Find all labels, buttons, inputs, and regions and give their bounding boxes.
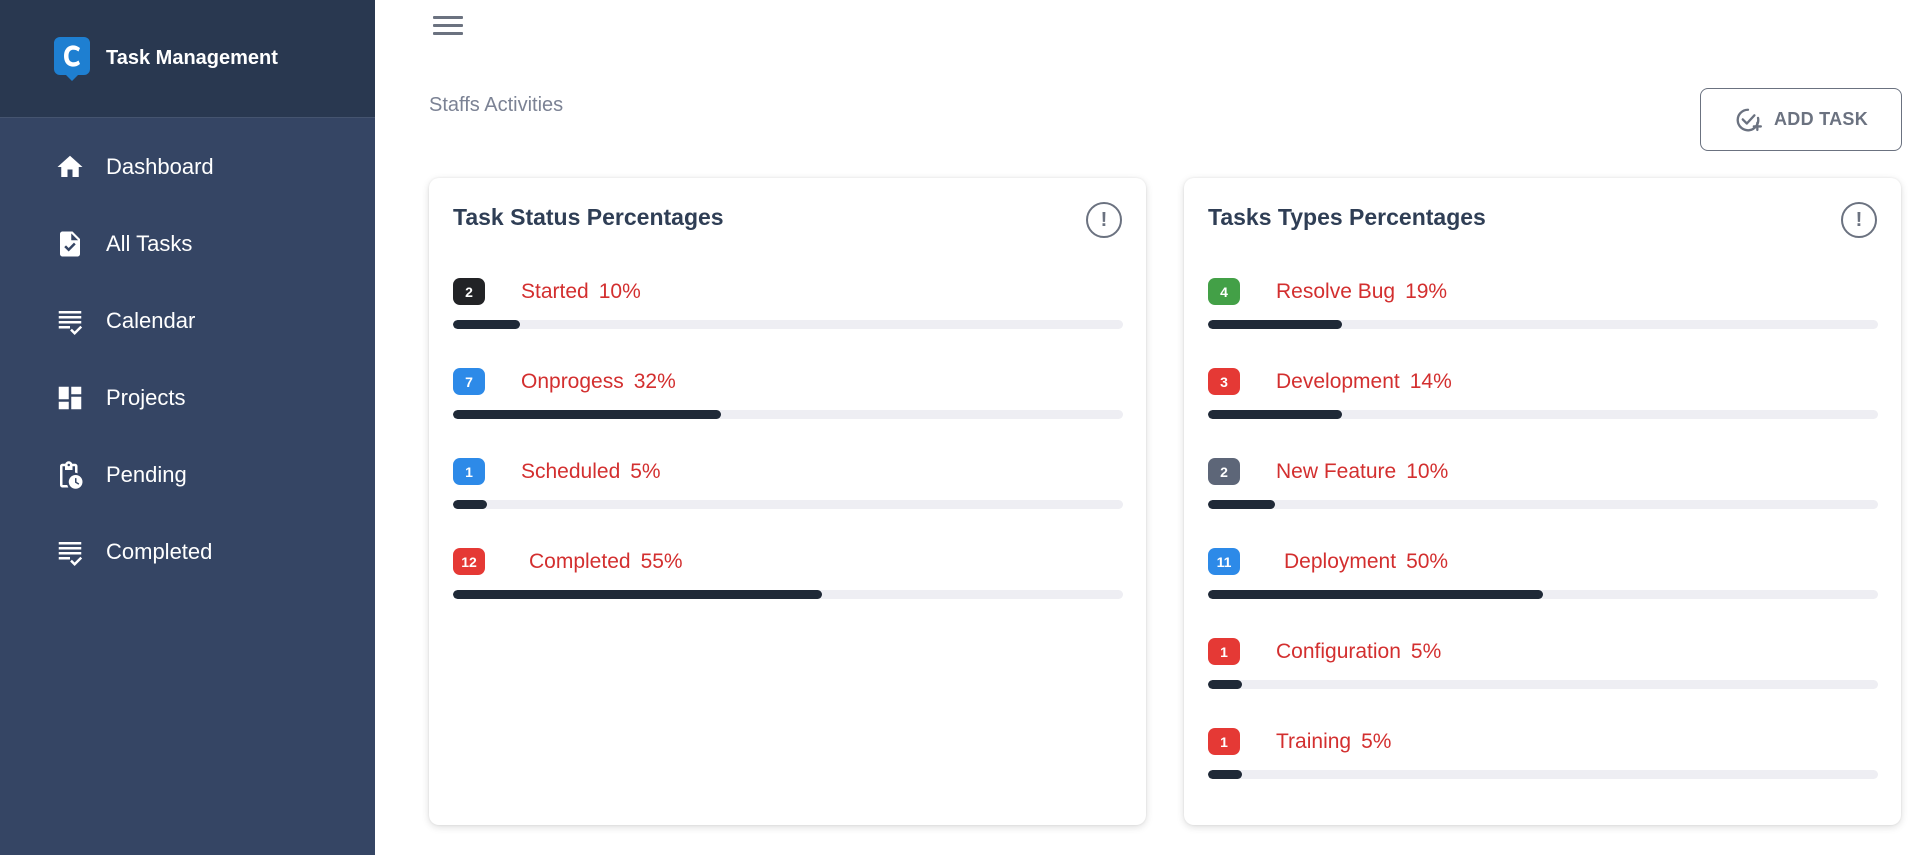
progress-bar [453,500,1123,509]
count-badge: 3 [1208,368,1240,395]
clipboard-clock-icon [54,459,86,491]
type-row-deployment: 11 Deployment 50% [1208,548,1878,608]
menu-toggle-icon[interactable] [433,16,463,38]
type-label: Training 5% [1276,730,1392,753]
status-label: Scheduled 5% [521,460,661,483]
sidebar-item-label: All Tasks [106,230,193,256]
sidebar-header: Task Management [0,0,375,118]
sidebar-item-label: Dashboard [106,153,214,179]
home-icon [54,151,86,183]
count-badge: 1 [1208,728,1240,755]
progress-bar [453,590,1123,599]
count-badge: 1 [1208,638,1240,665]
sidebar-item-projects[interactable]: Projects [0,359,375,436]
task-types-title: Tasks Types Percentages [1208,204,1486,230]
count-badge: 12 [453,548,485,575]
status-label: Started 10% [521,280,641,303]
page-subtitle: Staffs Activities [429,94,564,116]
type-row-development: 3 Development 14% [1208,368,1878,428]
dashboard-grid-icon [54,382,86,414]
count-badge: 4 [1208,278,1240,305]
count-badge: 2 [453,278,485,305]
sidebar-item-label: Pending [106,461,187,487]
add-task-button[interactable]: ADD TASK [1700,88,1902,151]
type-label: New Feature 10% [1276,460,1449,483]
status-label: Onprogess 32% [521,370,676,393]
add-task-icon [1736,108,1762,131]
status-row-completed: 12 Completed 55% [453,548,1123,608]
progress-bar [1208,410,1878,419]
count-badge: 2 [1208,458,1240,485]
progress-bar [453,320,1123,329]
progress-bar [1208,500,1878,509]
add-task-label: ADD TASK [1773,109,1869,129]
type-label: Development 14% [1276,370,1452,393]
progress-bar [453,410,1123,419]
progress-bar [1208,770,1878,779]
sidebar-item-label: Projects [106,384,186,410]
type-label: Deployment 50% [1284,550,1449,573]
main-content: Staffs Activities ADD TASK Task Status P… [375,0,1920,855]
type-row-training: 1 Training 5% [1208,728,1878,788]
sidebar: Task Management Dashboard All Tasks Cale… [0,0,375,855]
task-doc-icon [54,228,86,260]
status-row-onprogress: 7 Onprogess 32% [453,368,1123,428]
progress-bar [1208,320,1878,329]
checklist-icon [54,305,86,337]
count-badge: 1 [453,458,485,485]
type-row-new-feature: 2 New Feature 10% [1208,458,1878,518]
count-badge: 11 [1208,548,1240,575]
sidebar-item-pending[interactable]: Pending [0,436,375,513]
sidebar-item-completed[interactable]: Completed [0,513,375,590]
progress-bar [1208,680,1878,689]
sidebar-item-label: Completed [106,538,213,564]
type-row-resolve-bug: 4 Resolve Bug 19% [1208,278,1878,338]
sidebar-item-label: Calendar [106,307,196,333]
sidebar-item-calendar[interactable]: Calendar [0,282,375,359]
sidebar-nav: Dashboard All Tasks Calendar Projects Pe… [0,118,375,590]
status-label: Completed 55% [529,550,683,573]
info-icon[interactable]: ! [1086,202,1122,238]
sidebar-item-dashboard[interactable]: Dashboard [0,128,375,205]
task-status-card: Task Status Percentages ! 2 Started 10% 7… [429,178,1146,825]
status-row-scheduled: 1 Scheduled 5% [453,458,1123,518]
status-row-started: 2 Started 10% [453,278,1123,338]
task-status-title: Task Status Percentages [453,204,724,230]
type-row-configuration: 1 Configuration 5% [1208,638,1878,698]
app-logo-icon[interactable] [54,36,90,81]
sidebar-item-all-tasks[interactable]: All Tasks [0,205,375,282]
progress-bar [1208,590,1878,599]
count-badge: 7 [453,368,485,395]
checklist-icon [54,536,86,568]
task-types-card: Tasks Types Percentages ! 4 Resolve Bug 1… [1184,178,1901,825]
info-icon[interactable]: ! [1841,202,1877,238]
app-brand: Task Management [106,47,278,69]
type-label: Resolve Bug 19% [1276,280,1448,303]
type-label: Configuration 5% [1276,640,1442,663]
